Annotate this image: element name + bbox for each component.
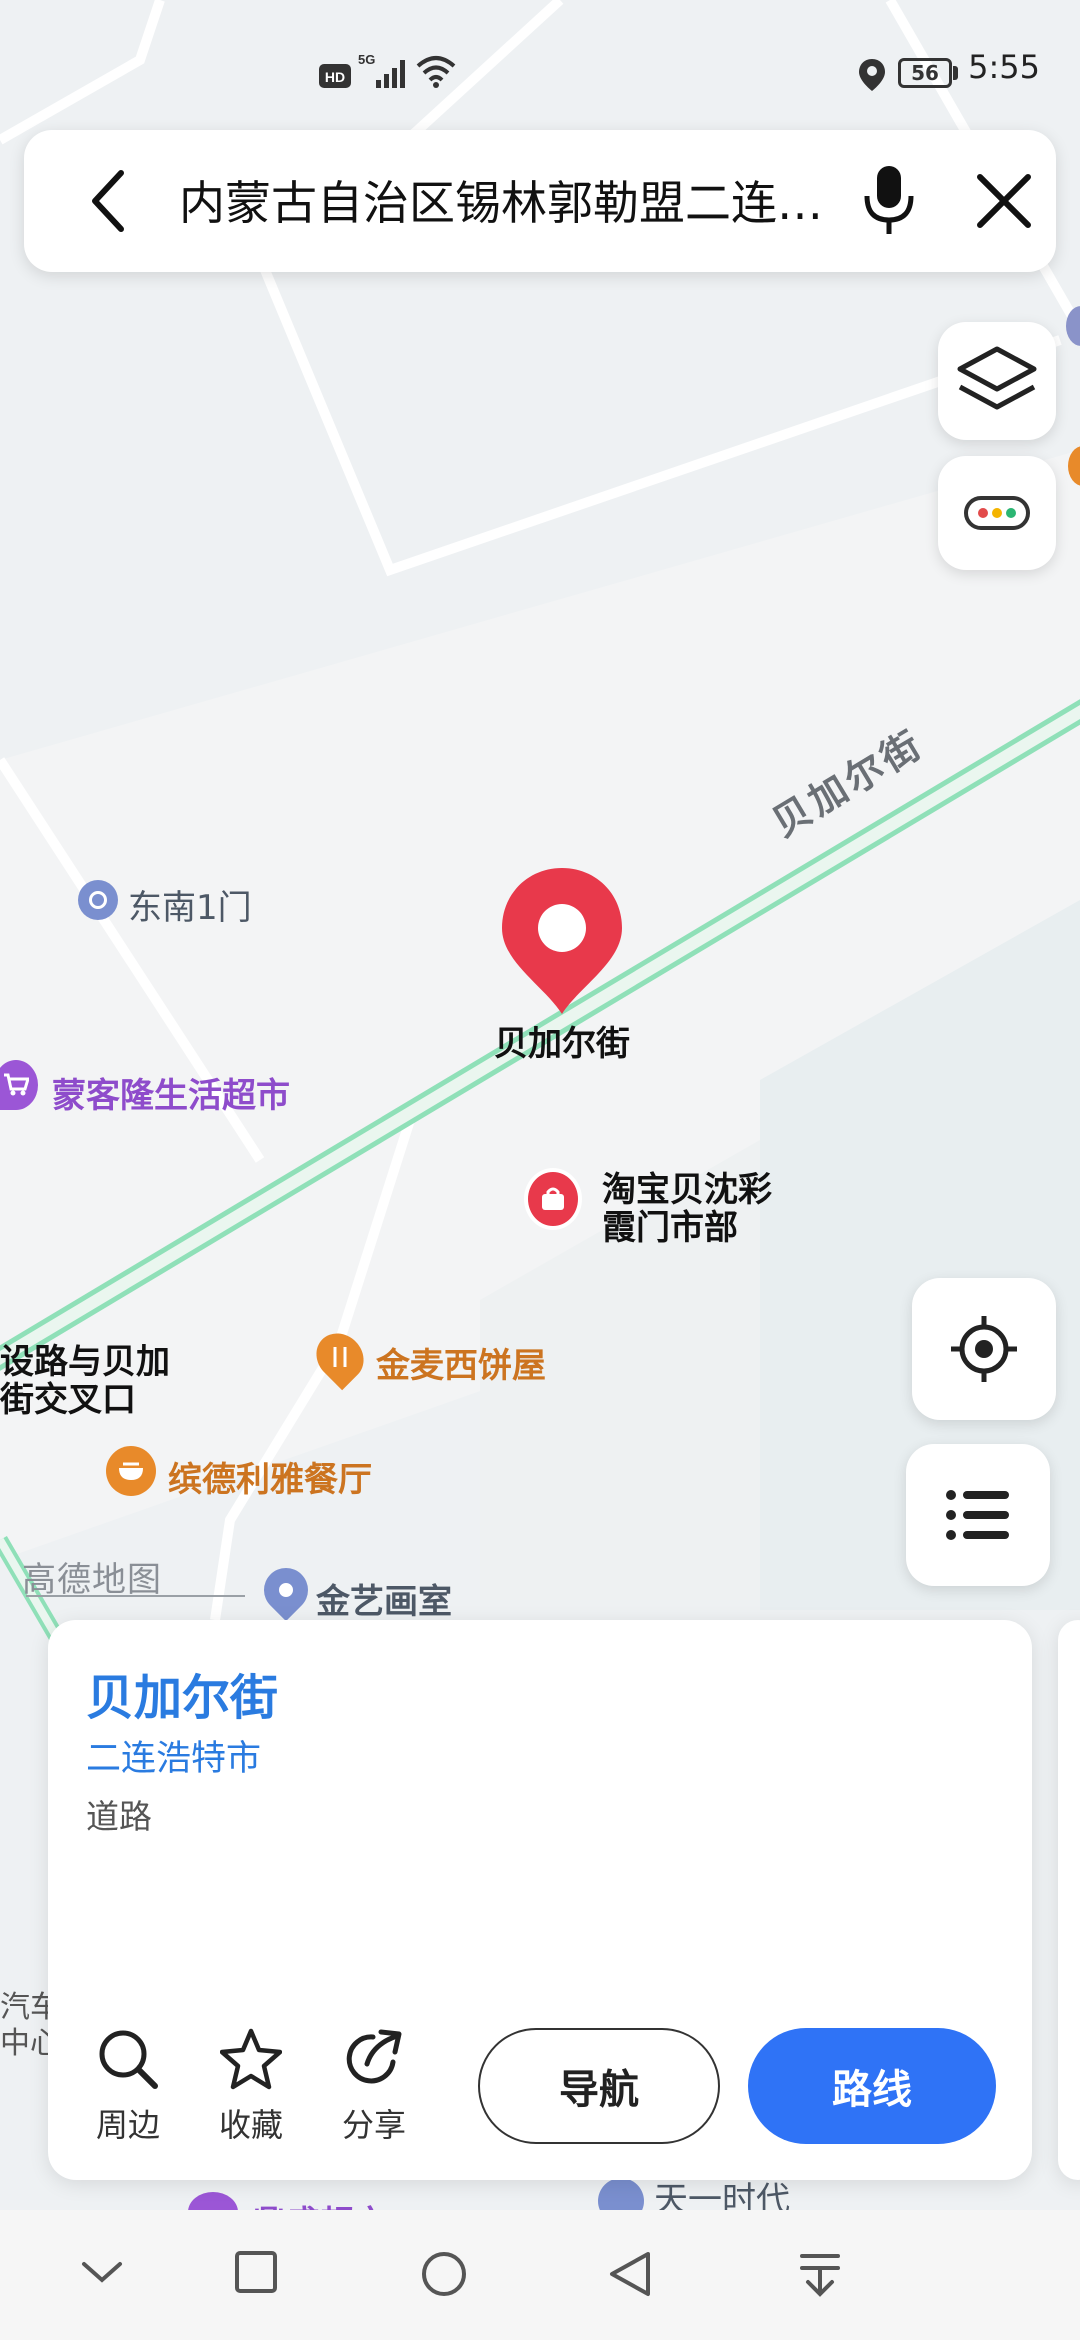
map-pin-icon [276, 1580, 296, 1600]
close-icon [977, 174, 1031, 228]
list-button[interactable] [906, 1444, 1050, 1586]
place-card[interactable]: 贝加尔街 二连浩特市 道路 周边 收藏 分享 导航 路线 [48, 1620, 1032, 2180]
selected-location-pin[interactable] [498, 866, 626, 1016]
taobao-label-line2[interactable]: 霞门市部 [602, 1200, 738, 1249]
favorite-label: 收藏 [218, 2106, 283, 2144]
gallery-label[interactable]: 金艺画室 [316, 1574, 452, 1623]
voice-search-button[interactable] [844, 158, 934, 244]
hd-icon: HD [319, 64, 351, 88]
5g-signal-icon: 5G [358, 52, 405, 88]
share-button[interactable]: 分享 [324, 2028, 424, 2146]
restaurant-marker[interactable] [106, 1446, 156, 1496]
nearby-button[interactable]: 周边 [78, 2028, 178, 2146]
chevron-left-icon [92, 170, 124, 232]
system-nav-bar [0, 2210, 1080, 2340]
list-icon [946, 1490, 1009, 1540]
bakery-label[interactable]: 金麦西饼屋 [376, 1338, 546, 1387]
gate-marker[interactable] [78, 880, 118, 920]
layers-button[interactable] [938, 322, 1056, 440]
location-icon [859, 59, 885, 91]
back-icon[interactable] [608, 2250, 652, 2298]
search-input[interactable]: 内蒙古自治区锡林郭勒盟二连浩特市贝加尔街 [179, 168, 839, 238]
place-title: 贝加尔街 [86, 1670, 279, 1726]
traffic-button[interactable] [938, 456, 1056, 570]
route-button[interactable]: 路线 [748, 2028, 996, 2144]
traffic-lights-icon [964, 496, 1030, 530]
gate-icon [89, 891, 107, 909]
intersection-label-line2[interactable]: 街交叉口 [0, 1372, 136, 1421]
wifi-icon [416, 56, 456, 88]
back-button[interactable] [64, 160, 154, 242]
layers-icon [957, 346, 1037, 410]
locate-icon [951, 1316, 1017, 1382]
favorite-button[interactable]: 收藏 [201, 2028, 301, 2146]
status-bar: HD 5G 56 5:55 [0, 40, 1080, 120]
battery-level: 56 [911, 61, 939, 85]
restaurant-label[interactable]: 缤德利雅餐厅 [168, 1452, 372, 1501]
shopping-cart-icon [4, 1073, 29, 1096]
nearby-label: 周边 [95, 2106, 160, 2144]
status-time: 5:55 [968, 48, 1040, 86]
home-icon[interactable] [420, 2250, 468, 2298]
gate-label[interactable]: 东南1门 [128, 880, 252, 929]
collapse-icon[interactable] [80, 2250, 124, 2294]
share-icon [346, 2029, 402, 2084]
star-icon [219, 2028, 283, 2090]
search-bar[interactable]: 内蒙古自治区锡林郭勒盟二连浩特市贝加尔街 [24, 130, 1056, 272]
search-icon [99, 2030, 158, 2089]
taobao-marker[interactable] [524, 1168, 582, 1230]
battery-icon: 56 [898, 58, 952, 88]
fork-knife-icon [333, 1347, 347, 1367]
supermarket-label[interactable]: 蒙客隆生活超市 [52, 1068, 290, 1117]
clear-search-button[interactable] [959, 158, 1049, 244]
bowl-icon [119, 1462, 143, 1480]
place-city[interactable]: 二连浩特市 [86, 1730, 261, 1781]
share-label: 分享 [341, 2106, 406, 2144]
microphone-icon [864, 166, 914, 234]
pin-label: 贝加尔街 [494, 1024, 630, 1064]
notification-pulldown-icon[interactable] [798, 2250, 842, 2298]
amap-watermark: 高德地图 [22, 1560, 162, 1600]
svg-text:5G: 5G [358, 52, 375, 67]
recent-apps-icon[interactable] [234, 2250, 278, 2294]
navigate-button[interactable]: 导航 [478, 2028, 720, 2144]
place-type: 道路 [86, 1797, 152, 1836]
svg-text:HD: HD [325, 69, 345, 85]
shopping-bag-icon [542, 1187, 564, 1210]
battery-tip [953, 66, 958, 80]
locate-button[interactable] [912, 1278, 1056, 1420]
next-card-edge[interactable] [1058, 1620, 1080, 2180]
